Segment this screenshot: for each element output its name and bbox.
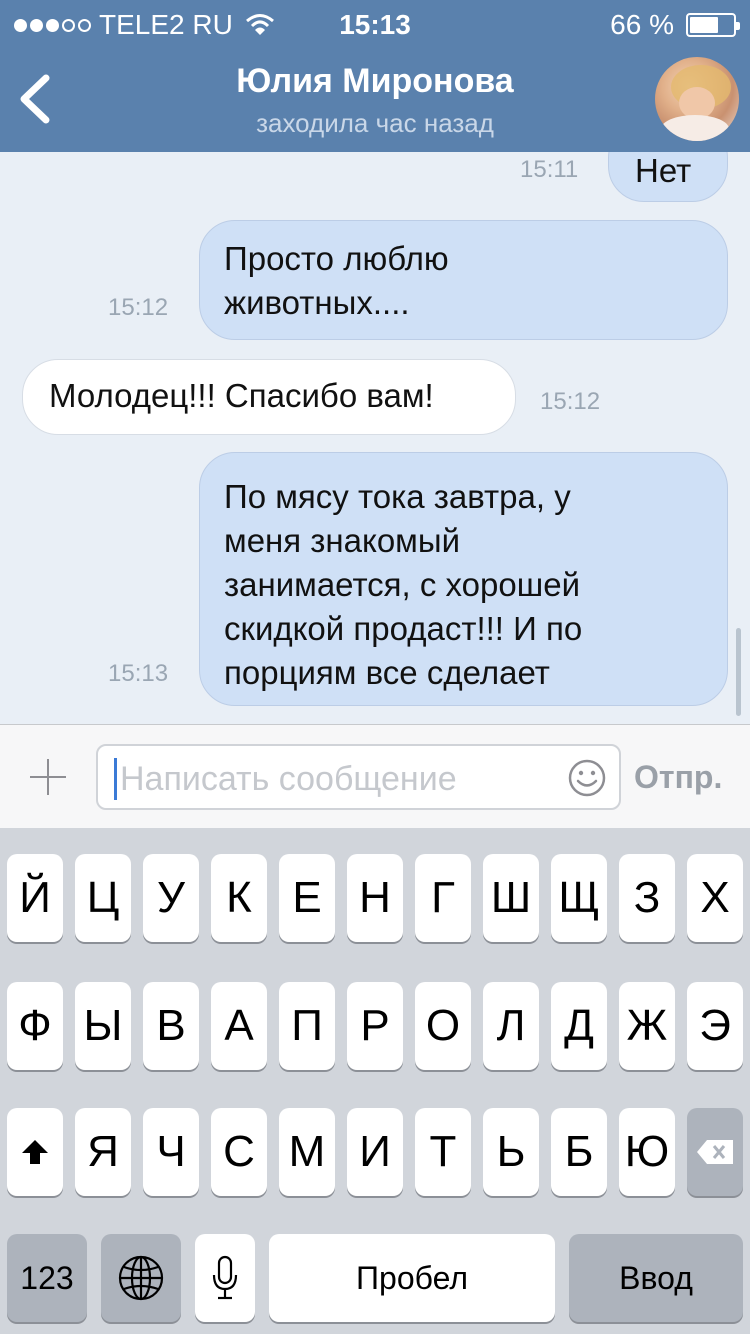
space-key[interactable]: Пробел (269, 1234, 555, 1322)
message-time: 15:12 (108, 294, 169, 321)
key[interactable]: Б (551, 1108, 607, 1196)
key[interactable]: Ф (7, 982, 63, 1070)
attach-plus-icon[interactable] (28, 757, 68, 797)
message-line: меня знакомый (224, 522, 461, 559)
backspace-key[interactable] (687, 1108, 743, 1196)
key[interactable]: Р (347, 982, 403, 1070)
message-text: Молодец!!! Спасибо вам! (49, 377, 434, 414)
key[interactable]: В (143, 982, 199, 1070)
keyboard: Й Ц У К Е Н Г Ш Щ З Х Ф Ы В А П Р О Л Д … (0, 828, 750, 1334)
key[interactable]: А (211, 982, 267, 1070)
send-button[interactable]: Отпр. (634, 759, 722, 796)
outgoing-message-bubble[interactable]: Просто люблю животных.... (199, 220, 728, 340)
message-time: 15:12 (540, 388, 601, 415)
shift-arrow-icon (22, 1140, 48, 1164)
message-line: занимается, с хорошей (224, 566, 581, 603)
compose-bar: Написать сообщение Отпр. (0, 724, 750, 828)
key[interactable]: Ч (143, 1108, 199, 1196)
message-time: 15:11 (520, 156, 579, 183)
key[interactable]: Л (483, 982, 539, 1070)
key[interactable]: И (347, 1108, 403, 1196)
key[interactable]: Ы (75, 982, 131, 1070)
key[interactable]: Ц (75, 854, 131, 942)
scroll-indicator[interactable] (736, 628, 741, 716)
key[interactable]: Щ (551, 854, 607, 942)
battery-percent: 66 % (610, 9, 674, 40)
key[interactable]: М (279, 1108, 335, 1196)
contact-avatar[interactable] (655, 57, 739, 141)
key[interactable]: Ш (483, 854, 539, 942)
message-list[interactable]: 15:11 Нет 15:12 Просто люблю животных...… (0, 152, 750, 724)
message-input[interactable]: Написать сообщение (96, 744, 621, 810)
message-line: порциям все сделает (224, 654, 550, 691)
key[interactable]: Я (75, 1108, 131, 1196)
key[interactable]: Т (415, 1108, 471, 1196)
message-line: Просто люблю (224, 240, 449, 277)
key[interactable]: С (211, 1108, 267, 1196)
message-placeholder: Написать сообщение (120, 760, 457, 798)
outgoing-message-bubble[interactable]: Нет (608, 152, 728, 202)
battery-icon (686, 13, 740, 37)
key[interactable]: Д (551, 982, 607, 1070)
key[interactable]: Н (347, 854, 403, 942)
key[interactable]: П (279, 982, 335, 1070)
message-time: 15:13 (108, 660, 169, 687)
globe-key[interactable] (101, 1234, 181, 1322)
message-line: скидкой продаст!!! И по (224, 610, 583, 647)
numbers-key[interactable]: 123 (7, 1234, 87, 1322)
emoji-smile-icon[interactable] (567, 758, 607, 798)
globe-icon (118, 1255, 164, 1301)
header: TELE2 RU 15:13 66 % Юлия Миронова заходи… (0, 0, 750, 152)
shift-key[interactable] (7, 1108, 63, 1196)
key[interactable]: О (415, 982, 471, 1070)
status-bar: TELE2 RU 15:13 66 % (0, 0, 750, 50)
key[interactable]: Е (279, 854, 335, 942)
key[interactable]: К (211, 854, 267, 942)
contact-name[interactable]: Юлия Миронова (140, 62, 610, 101)
key[interactable]: Г (415, 854, 471, 942)
last-seen-status: заходила час назад (256, 108, 494, 138)
text-caret (114, 758, 117, 800)
dictation-key[interactable] (195, 1234, 255, 1322)
key[interactable]: Ж (619, 982, 675, 1070)
backspace-icon (697, 1140, 733, 1164)
key[interactable]: З (619, 854, 675, 942)
return-key[interactable]: Ввод (569, 1234, 743, 1322)
key[interactable]: Х (687, 854, 743, 942)
key[interactable]: У (143, 854, 199, 942)
key[interactable]: Ь (483, 1108, 539, 1196)
message-line: По мясу тока завтра, у (224, 478, 571, 515)
back-chevron-icon[interactable] (16, 72, 56, 126)
incoming-message-bubble[interactable]: Молодец!!! Спасибо вам! (22, 359, 516, 435)
message-line: животных.... (224, 284, 410, 321)
key[interactable]: Ю (619, 1108, 675, 1196)
microphone-icon (212, 1255, 238, 1300)
key[interactable]: Э (687, 982, 743, 1070)
key[interactable]: Й (7, 854, 63, 942)
outgoing-message-bubble[interactable]: По мясу тока завтра, у меня знакомый зан… (199, 452, 728, 706)
message-text: Нет (635, 152, 692, 189)
